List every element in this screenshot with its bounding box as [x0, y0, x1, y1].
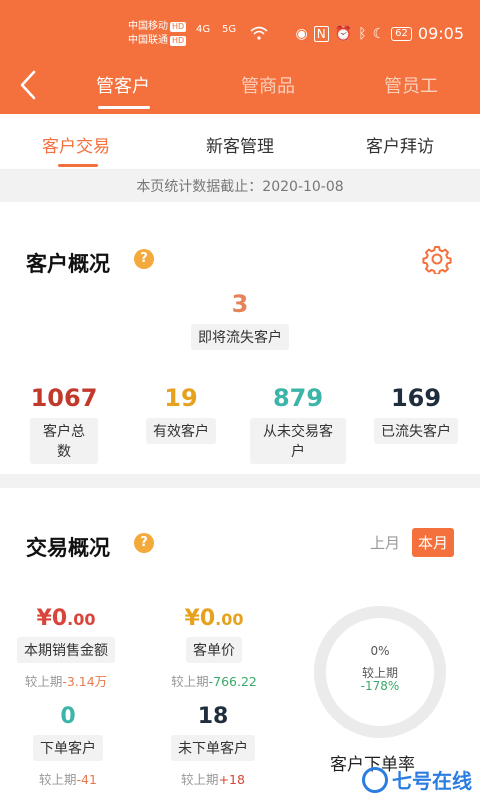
stat-value: 19 — [164, 384, 198, 412]
period-last-month[interactable]: 上月 — [366, 529, 404, 556]
stat-value: 169 — [390, 384, 442, 412]
not-ordered-compare: 较上期+18 — [181, 772, 245, 787]
trade-overview-title: 交易概况 — [26, 536, 110, 560]
alarm-icon: ⏰ — [334, 25, 353, 42]
ordered-customers-stat[interactable]: 0 下单客户 较上期-41 — [30, 704, 106, 788]
status-bar: 中国移动 HD 中国联通 HD 4G 5G ◉ N ⏰ ᛒ ☾ 62 09:05 — [0, 0, 480, 56]
not-ordered-label: 未下单客户 — [171, 735, 255, 761]
customer-overview-card: 客户概况 ? 3 即将流失客户 1067 客户总数 19 有效客户 879 从未… — [0, 202, 480, 474]
ring-percent: 0% — [370, 644, 390, 658]
unit-price-compare: 较上期-766.22 — [171, 674, 257, 689]
stat-value: 1067 — [30, 384, 98, 412]
sales-amount-label: 本期销售金额 — [17, 637, 115, 663]
gear-icon[interactable] — [422, 244, 452, 274]
carrier-info: 中国移动 HD 中国联通 HD — [128, 20, 187, 48]
watermark-logo-icon — [362, 766, 388, 793]
tab-new-customer[interactable]: 新客管理 — [206, 132, 274, 157]
stat-label: 从未交易客户 — [250, 418, 346, 464]
sales-compare: 较上期-3.14万 — [24, 674, 108, 689]
customer-overview-title: 客户概况 — [26, 252, 110, 276]
battery-icon: 62 — [391, 26, 412, 41]
bluetooth-icon: ᛒ — [358, 25, 367, 42]
stat-effective-customers[interactable]: 19 有效客户 — [146, 384, 216, 444]
sales-amount-stat[interactable]: ¥0.00 本期销售金额 较上期-3.14万 — [14, 606, 118, 690]
stat-label: 已流失客户 — [374, 418, 458, 444]
period-this-month[interactable]: 本月 — [411, 528, 454, 557]
tab-manage-staff[interactable]: 管员工 — [384, 72, 438, 98]
churning-label: 即将流失客户 — [191, 324, 289, 350]
period-toggle: 上月 本月 — [366, 528, 454, 557]
ordered-customers-label: 下单客户 — [33, 735, 103, 761]
sales-amount-value: ¥0.00 — [36, 606, 96, 631]
stat-never-traded[interactable]: 879 从未交易客户 — [250, 384, 346, 464]
unit-price-stat[interactable]: ¥0.00 客单价 较上期-766.22 — [164, 606, 264, 690]
sub-tab-bar: 客户交易 新客管理 客户拜访 — [0, 114, 480, 170]
tab-customer-trade[interactable]: 客户交易 — [42, 132, 110, 157]
hd-badge: HD — [170, 22, 187, 32]
not-ordered-value: 18 — [197, 704, 229, 729]
app-header: 中国移动 HD 中国联通 HD 4G 5G ◉ N ⏰ ᛒ ☾ 62 09:05 管… — [0, 0, 480, 114]
back-arrow-icon[interactable] — [14, 68, 42, 102]
unit-price-value: ¥0.00 — [184, 606, 244, 631]
carrier-2: 中国联通 — [128, 35, 168, 46]
nfc-icon: N — [313, 25, 329, 42]
moon-icon: ☾ — [372, 25, 386, 42]
tab-manage-customers[interactable]: 管客户 — [96, 72, 150, 98]
signal-4g-icon: 4G — [196, 24, 211, 35]
ring-compare-value: -178% — [360, 679, 400, 693]
ordered-customers-value: 0 — [60, 704, 76, 729]
wifi-icon — [250, 26, 268, 40]
watermark: 七号在线 — [362, 765, 472, 794]
stat-total-customers[interactable]: 1067 客户总数 — [30, 384, 98, 464]
watermark-text: 七号在线 — [392, 769, 472, 793]
signal-5g-icon: 5G — [222, 24, 237, 35]
subtab-active-indicator — [58, 164, 98, 167]
stat-label: 客户总数 — [30, 418, 98, 464]
tab-manage-products[interactable]: 管商品 — [241, 72, 295, 98]
help-icon[interactable]: ? — [134, 533, 154, 553]
nav-active-indicator — [98, 106, 150, 109]
status-icons: ◉ N ⏰ ᛒ ☾ 62 09:05 — [296, 24, 464, 43]
not-ordered-customers-stat[interactable]: 18 未下单客户 较上期+18 — [170, 704, 256, 788]
stat-label: 有效客户 — [146, 418, 216, 444]
stat-date-notice: 本页统计数据截止：2020-10-08 — [0, 172, 480, 202]
eye-icon: ◉ — [295, 25, 308, 42]
hd-badge: HD — [170, 36, 187, 46]
stat-value: 879 — [272, 384, 324, 412]
trade-overview-card: 交易概况 ? 上月 本月 ¥0.00 本期销售金额 较上期-3.14万 ¥0.0… — [0, 488, 480, 800]
ordered-compare: 较上期-41 — [39, 772, 97, 787]
clock: 09:05 — [417, 24, 464, 43]
churning-count: 3 — [231, 290, 249, 318]
carrier-1: 中国移动 — [128, 21, 168, 32]
tab-customer-visit[interactable]: 客户拜访 — [366, 132, 434, 157]
help-icon[interactable]: ? — [134, 249, 154, 269]
unit-price-label: 客单价 — [186, 637, 242, 663]
churning-customers-stat[interactable]: 3 即将流失客户 — [0, 290, 480, 350]
stat-lost-customers[interactable]: 169 已流失客户 — [374, 384, 458, 444]
